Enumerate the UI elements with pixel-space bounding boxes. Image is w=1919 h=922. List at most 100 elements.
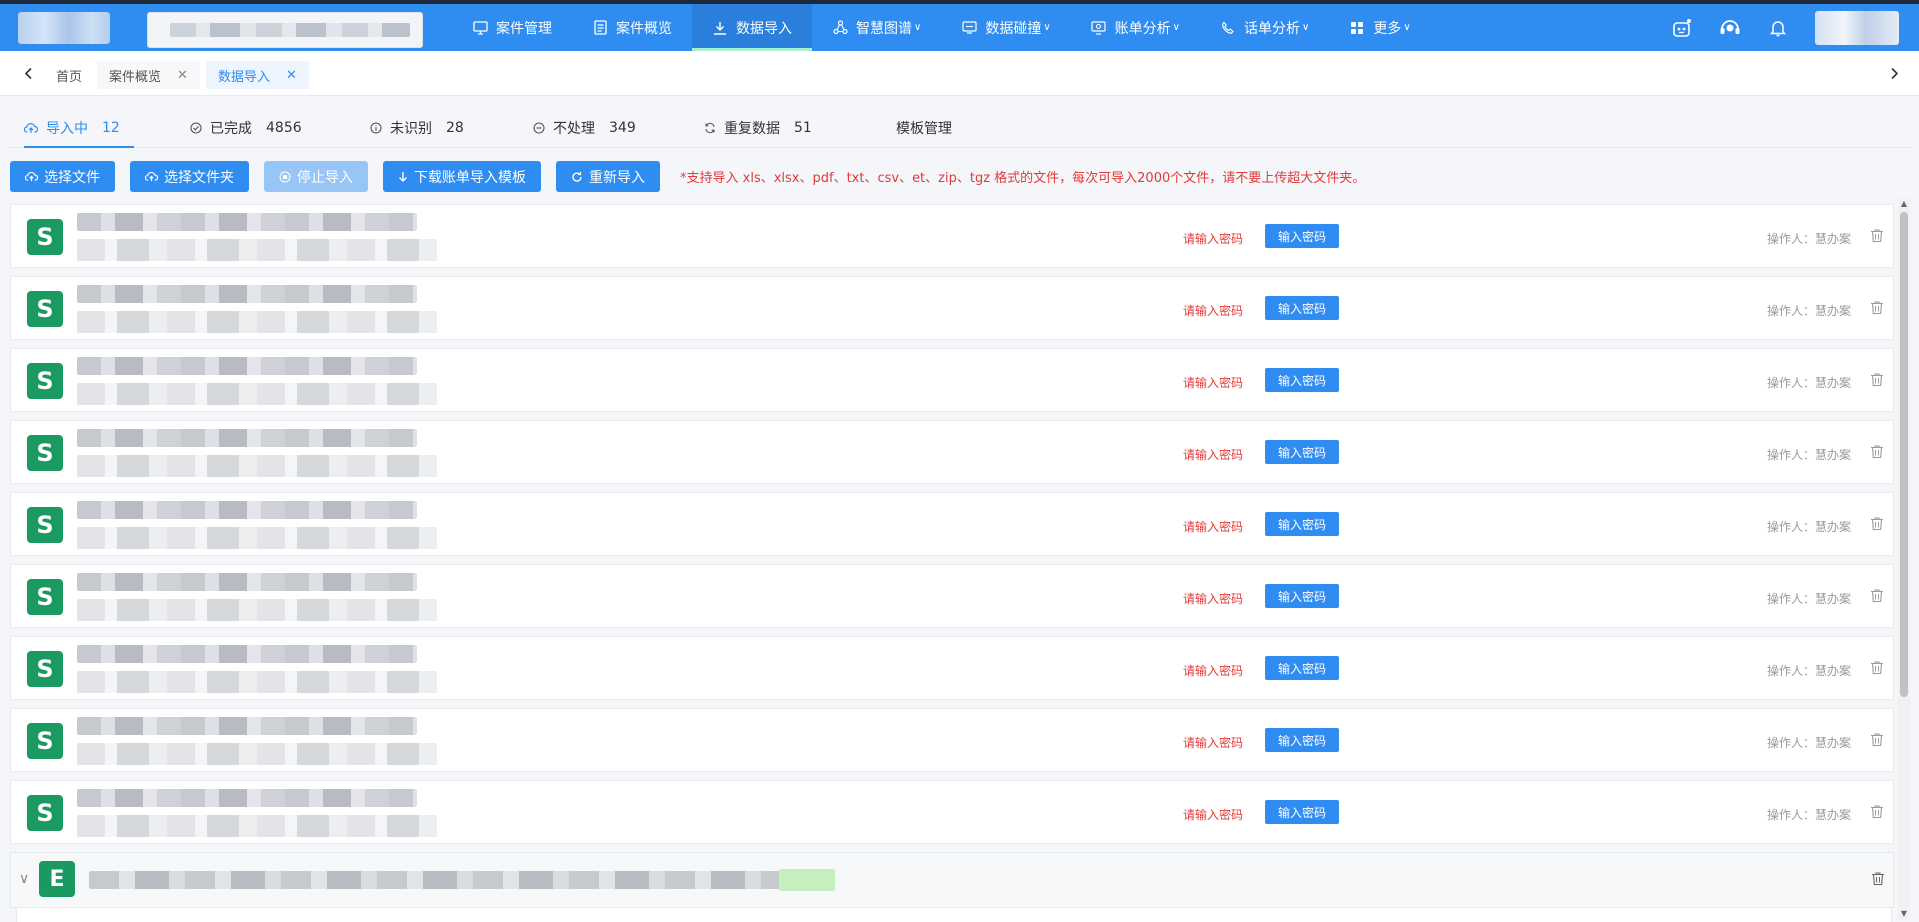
- file-name-redacted: [77, 357, 417, 375]
- spreadsheet-file-icon: S: [27, 435, 63, 471]
- select-folder-button[interactable]: 选择文件夹: [130, 161, 249, 192]
- enter-password-button[interactable]: 输入密码: [1265, 584, 1340, 608]
- file-path-redacted: [77, 383, 437, 405]
- trash-icon[interactable]: [1868, 370, 1886, 388]
- header-actions: [1671, 4, 1919, 51]
- status-tab-templates[interactable]: 模板管理: [896, 110, 952, 146]
- spreadsheet-file-icon: S: [27, 795, 63, 831]
- file-row: S 请输入密码 输入密码 操作人：慧办案: [10, 708, 1894, 772]
- file-name-redacted: [77, 717, 417, 735]
- trash-icon[interactable]: [1868, 730, 1886, 748]
- password-required-tip: 请输入密码: [1183, 448, 1244, 462]
- scroll-down-arrow-icon[interactable]: ▼: [1900, 910, 1908, 918]
- status-tab-duplicates[interactable]: 重复数据 51: [704, 110, 812, 146]
- enter-password-button[interactable]: 输入密码: [1265, 440, 1340, 464]
- trash-icon[interactable]: [1868, 586, 1886, 604]
- password-required-tip: 请输入密码: [1183, 304, 1244, 318]
- excel-file-icon: E: [39, 861, 75, 897]
- status-tab-label: 重复数据: [724, 121, 780, 137]
- status-tab-label: 模板管理: [896, 121, 952, 137]
- refresh-icon: [704, 122, 716, 134]
- enter-password-button[interactable]: 输入密码: [1265, 800, 1340, 824]
- trash-icon[interactable]: [1868, 658, 1886, 676]
- document-icon: [592, 20, 608, 36]
- file-name-redacted: [77, 573, 417, 591]
- spreadsheet-file-icon: S: [27, 579, 63, 615]
- nav-data-import[interactable]: 数据导入: [692, 4, 812, 51]
- status-tab-completed[interactable]: 已完成 4856: [190, 110, 302, 146]
- list-scrollbar[interactable]: ▲ ▼: [1898, 198, 1910, 920]
- enter-password-button[interactable]: 输入密码: [1265, 728, 1340, 752]
- file-row: S 请输入密码 输入密码 操作人：慧办案: [10, 348, 1894, 412]
- operator-label: 操作人：慧办案: [1767, 448, 1852, 462]
- password-required-tip: 请输入密码: [1183, 808, 1244, 822]
- tab-home[interactable]: 首页: [44, 61, 95, 89]
- graph-icon: [832, 20, 848, 36]
- robot-icon[interactable]: [1671, 17, 1693, 39]
- nav-data-collision[interactable]: 数据碰撞 ∨: [941, 4, 1070, 51]
- scrollbar-thumb[interactable]: [1900, 212, 1908, 697]
- enter-password-button[interactable]: 输入密码: [1265, 368, 1340, 392]
- user-avatar[interactable]: [1815, 10, 1899, 45]
- enter-password-button[interactable]: 输入密码: [1265, 224, 1340, 248]
- case-selector[interactable]: [147, 12, 423, 48]
- bill-icon: [1091, 20, 1107, 36]
- file-group-row[interactable]: ∨ E: [10, 852, 1894, 908]
- status-tab-importing[interactable]: 导入中 12: [24, 110, 134, 148]
- file-name-redacted: [77, 285, 417, 303]
- close-icon[interactable]: ✕: [177, 68, 188, 83]
- trash-icon[interactable]: [1868, 298, 1886, 316]
- nav-case-management[interactable]: 案件管理: [452, 4, 572, 51]
- bell-icon[interactable]: [1767, 17, 1789, 39]
- chevron-right-icon[interactable]: [1884, 63, 1904, 83]
- reimport-button[interactable]: 重新导入: [556, 161, 660, 192]
- status-tab-unrecognized[interactable]: 未识别 28: [370, 110, 464, 146]
- nav-bill-analysis[interactable]: 账单分析 ∨: [1071, 4, 1200, 51]
- operator-label: 操作人：慧办案: [1767, 232, 1852, 246]
- password-required-tip: 请输入密码: [1183, 592, 1244, 606]
- status-tab-ignored[interactable]: 不处理 349: [533, 110, 636, 146]
- minus-circle-icon: [533, 122, 545, 134]
- trash-icon[interactable]: [1868, 514, 1886, 532]
- select-file-button[interactable]: 选择文件: [10, 161, 115, 192]
- file-row: S 请输入密码 输入密码 操作人：慧办案: [10, 780, 1894, 844]
- refresh-icon: [571, 171, 583, 183]
- trash-icon[interactable]: [1868, 226, 1886, 244]
- nav-case-overview[interactable]: 案件概览: [572, 4, 692, 51]
- collision-icon: [961, 20, 977, 36]
- operator-label: 操作人：慧办案: [1767, 520, 1852, 534]
- nav-label: 智慧图谱: [856, 20, 912, 37]
- password-required-tip: 请输入密码: [1183, 664, 1244, 678]
- download-template-button[interactable]: 下载账单导入模板: [383, 161, 541, 192]
- tab-data-import[interactable]: 数据导入 ✕: [206, 61, 309, 89]
- trash-icon[interactable]: [1868, 802, 1886, 820]
- nav-more[interactable]: 更多 ∨: [1329, 4, 1430, 51]
- enter-password-button[interactable]: 输入密码: [1265, 512, 1340, 536]
- trash-icon[interactable]: [1869, 869, 1887, 887]
- operator-label: 操作人：慧办案: [1767, 736, 1852, 750]
- headset-icon[interactable]: [1719, 17, 1741, 39]
- file-row: S 请输入密码 输入密码 操作人：慧办案: [10, 492, 1894, 556]
- scroll-up-arrow-icon[interactable]: ▲: [1900, 200, 1908, 208]
- nav-smart-graph[interactable]: 智慧图谱 ∨: [812, 4, 941, 51]
- app-logo[interactable]: [18, 12, 110, 44]
- file-path-redacted: [77, 599, 437, 621]
- chevron-left-icon[interactable]: [18, 63, 38, 83]
- button-label: 选择文件: [44, 169, 100, 186]
- tab-case-overview[interactable]: 案件概览 ✕: [97, 61, 200, 89]
- trash-icon[interactable]: [1868, 442, 1886, 460]
- operator-label: 操作人：慧办案: [1767, 592, 1852, 606]
- file-path-redacted: [77, 815, 437, 837]
- enter-password-button[interactable]: 输入密码: [1265, 656, 1340, 680]
- file-name-redacted: [77, 789, 417, 807]
- file-path-redacted: [77, 527, 437, 549]
- file-path-redacted: [77, 743, 437, 765]
- stop-import-button[interactable]: 停止导入: [264, 161, 368, 192]
- close-icon[interactable]: ✕: [286, 68, 297, 83]
- password-required-tip: 请输入密码: [1183, 736, 1244, 750]
- chevron-down-icon[interactable]: ∨: [19, 871, 29, 887]
- file-name-redacted: [77, 501, 417, 519]
- enter-password-button[interactable]: 输入密码: [1265, 296, 1340, 320]
- button-label: 停止导入: [297, 169, 353, 186]
- nav-call-analysis[interactable]: 话单分析 ∨: [1200, 4, 1329, 51]
